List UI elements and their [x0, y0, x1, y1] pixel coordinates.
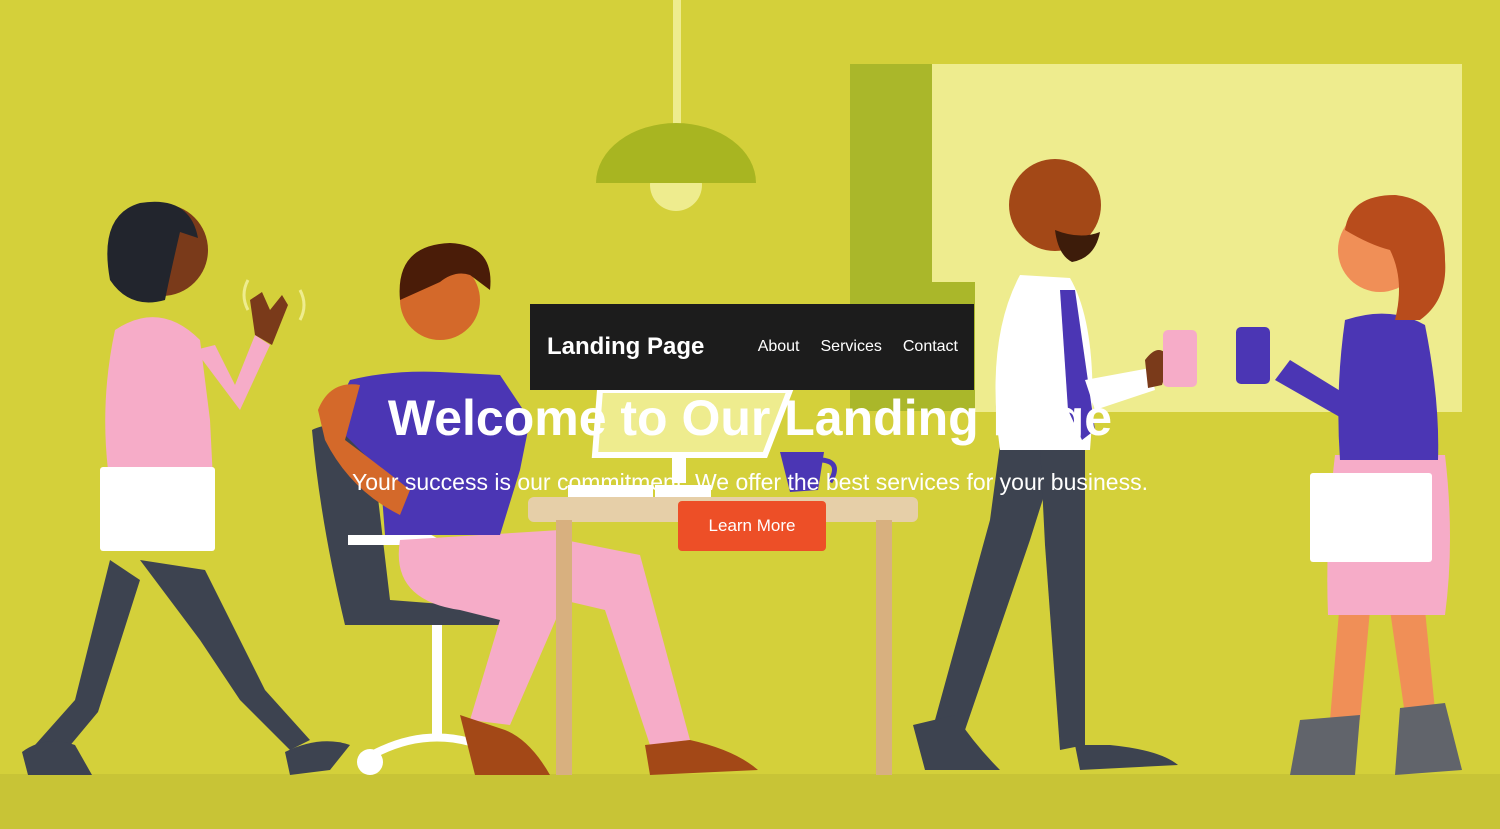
nav-link-about[interactable]: About	[758, 338, 800, 356]
learn-more-button[interactable]: Learn More	[678, 501, 826, 551]
brand-logo[interactable]: Landing Page	[547, 333, 704, 361]
hero-headline: Welcome to Our Landing Page	[387, 390, 1113, 446]
navbar: Landing Page About Services Contact	[530, 304, 974, 390]
nav-link-services[interactable]: Services	[821, 338, 882, 356]
nav-link-contact[interactable]: Contact	[903, 338, 958, 356]
hero-section: Landing Page About Services Contact Welc…	[0, 0, 1500, 829]
nav-links: About Services Contact	[758, 338, 958, 356]
hero-subtext: Your success is our commitment. We offer…	[352, 469, 1148, 495]
